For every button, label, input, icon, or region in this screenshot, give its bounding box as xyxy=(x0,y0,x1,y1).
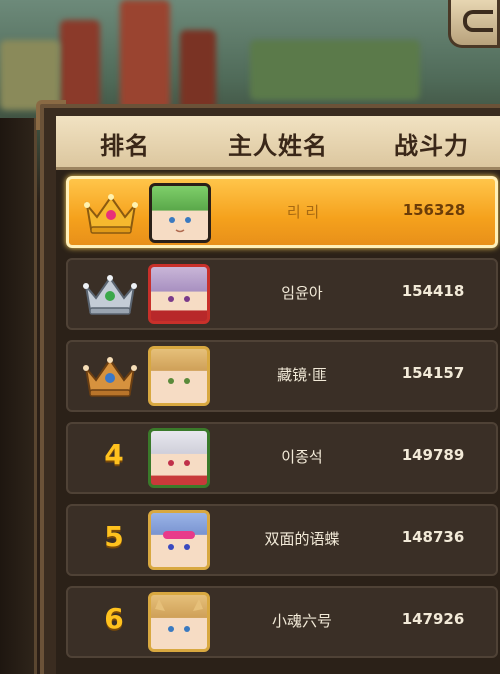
rank-number: 4 xyxy=(104,438,124,471)
ranking-row-5[interactable]: 5 双面的语蝶 148736 xyxy=(66,504,498,576)
ranking-row-1[interactable]: 리 리 156328 xyxy=(66,176,498,248)
power-column-header: 战斗力 xyxy=(394,132,469,160)
rank-number: 5 xyxy=(104,520,124,553)
ranking-list[interactable]: 리 리 156328 임윤아 154418 藏镜·匪 154157 4 이종석 … xyxy=(56,170,500,674)
player-avatar xyxy=(149,183,211,243)
player-name: 이종석 xyxy=(281,448,323,466)
rank-column-header: 排名 xyxy=(100,132,150,160)
combat-power: 154157 xyxy=(401,364,465,382)
player-name: 임윤아 xyxy=(281,284,323,302)
player-avatar xyxy=(148,428,210,488)
combat-power: 148736 xyxy=(401,528,465,546)
silver-crown-icon xyxy=(83,275,137,315)
combat-power: 147926 xyxy=(401,610,465,628)
combat-power: 154418 xyxy=(401,282,465,300)
player-avatar xyxy=(148,346,210,406)
ranking-row-4[interactable]: 4 이종석 149789 xyxy=(66,422,498,494)
combat-power: 149789 xyxy=(401,446,465,464)
gold-crown-icon xyxy=(84,194,138,234)
back-arrow-icon xyxy=(463,10,493,32)
bronze-crown-icon xyxy=(83,357,137,397)
player-name: 藏镜·匪 xyxy=(277,366,327,384)
player-avatar xyxy=(148,264,210,324)
rank-number: 6 xyxy=(104,602,124,635)
player-name: 双面的语蝶 xyxy=(264,530,340,548)
player-name: 小魂六号 xyxy=(271,612,332,630)
ranking-header: 排名 主人姓名 战斗力 xyxy=(56,116,500,170)
side-panel-frame xyxy=(0,118,37,674)
back-button[interactable] xyxy=(448,0,500,48)
combat-power: 156328 xyxy=(402,201,466,219)
player-name: 리 리 xyxy=(286,203,320,221)
ranking-row-3[interactable]: 藏镜·匪 154157 xyxy=(66,340,498,412)
ranking-row-6[interactable]: 6 小魂六号 147926 xyxy=(66,586,498,658)
player-avatar xyxy=(148,592,210,652)
player-avatar xyxy=(148,510,210,570)
ranking-row-2[interactable]: 임윤아 154418 xyxy=(66,258,498,330)
name-column-header: 主人姓名 xyxy=(228,132,328,160)
